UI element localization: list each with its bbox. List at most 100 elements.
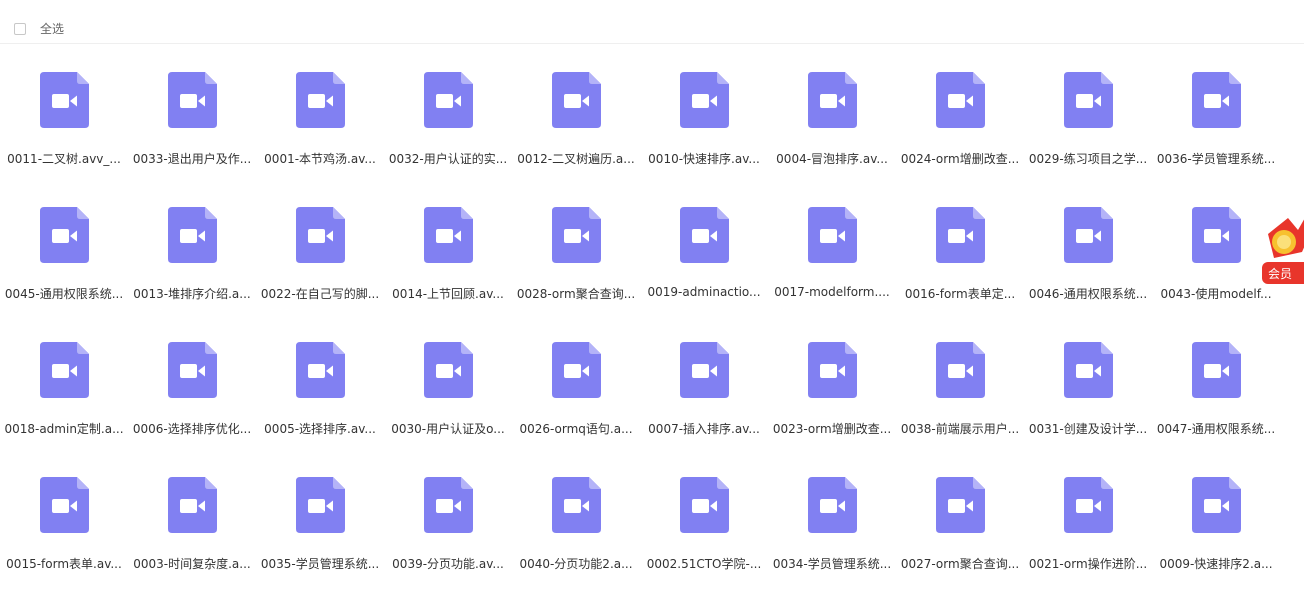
video-file-icon [808, 477, 857, 533]
file-item[interactable]: 0035-学员管理系统... [256, 449, 384, 571]
file-name: 0028-orm聚合查询... [516, 287, 636, 301]
file-name: 0018-admin定制.a... [4, 422, 124, 436]
video-file-icon [424, 342, 473, 398]
file-item[interactable]: 0019-adminactio... [640, 179, 768, 299]
file-name: 0033-退出用户及作... [132, 152, 252, 166]
video-file-icon [1192, 477, 1241, 533]
file-name: 0016-form表单定... [904, 287, 1016, 301]
video-file-icon [296, 72, 345, 128]
file-item[interactable]: 0005-选择排序.av... [256, 314, 384, 436]
video-file-icon [680, 342, 729, 398]
vip-promo-badge[interactable]: 会员 [1254, 212, 1304, 292]
video-file-icon [680, 207, 729, 263]
file-item[interactable]: 0047-通用权限系统... [1152, 314, 1280, 436]
file-item[interactable]: 0031-创建及设计学... [1024, 314, 1152, 436]
file-name: 0045-通用权限系统... [4, 287, 124, 301]
file-name: 0013-堆排序介绍.a... [133, 287, 251, 301]
file-item[interactable]: 0015-form表单.av... [0, 449, 128, 571]
video-file-icon [1192, 72, 1241, 128]
file-name: 0001-本节鸡汤.av... [264, 152, 376, 166]
video-file-icon [168, 342, 217, 398]
file-name: 0039-分页功能.av... [392, 557, 504, 571]
file-item[interactable]: 0007-插入排序.av... [640, 314, 768, 436]
video-file-icon [936, 342, 985, 398]
video-file-icon [1064, 342, 1113, 398]
video-file-icon [1064, 72, 1113, 128]
file-item[interactable]: 0017-modelform.... [768, 179, 896, 299]
video-file-icon [1064, 207, 1113, 263]
vip-badge-icon: 会员 [1262, 218, 1304, 284]
video-file-icon [168, 477, 217, 533]
file-name: 0004-冒泡排序.av... [776, 152, 888, 166]
file-item[interactable]: 0046-通用权限系统... [1024, 179, 1152, 301]
file-item[interactable]: 0034-学员管理系统... [768, 449, 896, 571]
video-file-icon [552, 207, 601, 263]
file-item[interactable]: 0040-分页功能2.a... [512, 449, 640, 571]
file-item[interactable]: 0016-form表单定... [896, 179, 1024, 301]
vip-badge-label: 会员 [1268, 267, 1292, 281]
file-name: 0019-adminactio... [647, 285, 761, 299]
video-file-icon [424, 207, 473, 263]
file-name: 0011-二叉树.avv_... [7, 152, 121, 166]
video-file-icon [1192, 342, 1241, 398]
file-item[interactable]: 0002.51CTO学院-... [640, 449, 768, 571]
video-file-icon [168, 207, 217, 263]
video-file-icon [552, 342, 601, 398]
video-file-icon [424, 477, 473, 533]
file-item[interactable]: 0039-分页功能.av... [384, 449, 512, 571]
file-item[interactable]: 0045-通用权限系统... [0, 179, 128, 301]
file-name: 0024-orm增删改查... [900, 152, 1020, 166]
file-item[interactable]: 0018-admin定制.a... [0, 314, 128, 436]
file-name: 0040-分页功能2.a... [519, 557, 633, 571]
file-name: 0002.51CTO学院-... [646, 557, 762, 571]
video-file-icon [552, 72, 601, 128]
file-name: 0014-上节回顾.av... [392, 287, 504, 301]
file-name: 0012-二叉树遍历.a... [517, 152, 635, 166]
file-item[interactable]: 0030-用户认证及o... [384, 314, 512, 436]
file-item[interactable]: 0036-学员管理系统... [1152, 44, 1280, 166]
file-item[interactable]: 0014-上节回顾.av... [384, 179, 512, 301]
file-item[interactable]: 0038-前端展示用户... [896, 314, 1024, 436]
file-item[interactable]: 0026-ormq语句.a... [512, 314, 640, 436]
file-item[interactable]: 0003-时间复杂度.a... [128, 449, 256, 571]
file-name: 0047-通用权限系统... [1156, 422, 1276, 436]
video-file-icon [424, 72, 473, 128]
file-item[interactable]: 0027-orm聚合查询... [896, 449, 1024, 571]
file-name: 0009-快速排序2.a... [1159, 557, 1273, 571]
file-item[interactable]: 0011-二叉树.avv_... [0, 44, 128, 166]
file-name: 0015-form表单.av... [6, 557, 122, 571]
video-file-icon [936, 477, 985, 533]
file-item[interactable]: 0012-二叉树遍历.a... [512, 44, 640, 166]
file-name: 0022-在自己写的脚... [260, 287, 380, 301]
file-item[interactable]: 0013-堆排序介绍.a... [128, 179, 256, 301]
file-name: 0030-用户认证及o... [391, 422, 505, 436]
file-item[interactable]: 0010-快速排序.av... [640, 44, 768, 166]
file-item[interactable]: 0029-练习项目之学... [1024, 44, 1152, 166]
video-file-icon [680, 477, 729, 533]
file-item[interactable]: 0009-快速排序2.a... [1152, 449, 1280, 571]
select-all-checkbox[interactable] [14, 22, 26, 35]
file-item[interactable]: 0023-orm增删改查... [768, 314, 896, 436]
video-file-icon [40, 207, 89, 263]
video-file-icon [168, 72, 217, 128]
select-all-toggle[interactable]: 全选 [14, 20, 64, 37]
file-item[interactable]: 0004-冒泡排序.av... [768, 44, 896, 166]
file-item[interactable]: 0022-在自己写的脚... [256, 179, 384, 301]
file-item[interactable]: 0006-选择排序优化... [128, 314, 256, 436]
file-item[interactable]: 0001-本节鸡汤.av... [256, 44, 384, 166]
video-file-icon [808, 207, 857, 263]
file-name: 0010-快速排序.av... [648, 152, 760, 166]
video-file-icon [1064, 477, 1113, 533]
file-item[interactable]: 0033-退出用户及作... [128, 44, 256, 166]
file-name: 0038-前端展示用户... [900, 422, 1020, 436]
file-item[interactable]: 0032-用户认证的实... [384, 44, 512, 166]
file-name: 0006-选择排序优化... [132, 422, 252, 436]
file-item[interactable]: 0028-orm聚合查询... [512, 179, 640, 301]
file-item[interactable]: 0024-orm增删改查... [896, 44, 1024, 166]
file-name: 0027-orm聚合查询... [900, 557, 1020, 571]
video-file-icon [296, 207, 345, 263]
file-item[interactable]: 0021-orm操作进阶... [1024, 449, 1152, 571]
video-file-icon [1192, 207, 1241, 263]
video-file-icon [296, 342, 345, 398]
video-file-icon [296, 477, 345, 533]
